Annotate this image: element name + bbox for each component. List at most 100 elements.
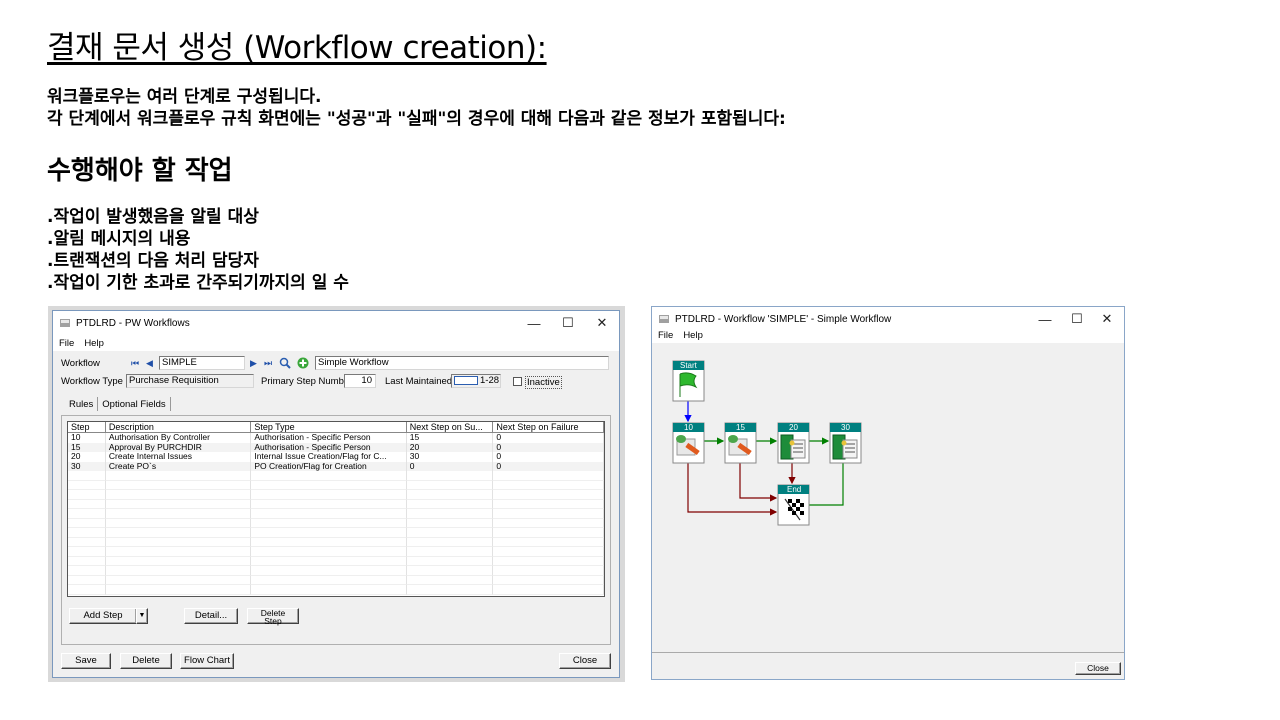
cell: Authorisation By Controller: [106, 433, 252, 443]
step-10-label: 10: [684, 423, 693, 432]
empty-cell: [493, 471, 604, 481]
cell: 15: [68, 442, 106, 452]
empty-cell: [68, 509, 106, 519]
detail-button[interactable]: Detail...: [184, 608, 238, 624]
bullet-item: .작업이 기한 초과로 간주되기까지의 일 수: [47, 273, 349, 293]
primary-step-input[interactable]: 10: [344, 374, 376, 388]
workflow-code-input[interactable]: SIMPLE: [159, 356, 245, 370]
empty-cell: [251, 566, 407, 576]
empty-row: [68, 547, 604, 557]
column-header-description[interactable]: Description: [106, 422, 252, 432]
workflow-type-field: Purchase Requisition: [126, 374, 254, 388]
close-button[interactable]: Close: [559, 653, 611, 669]
column-header-next-failure[interactable]: Next Step on Failure: [493, 422, 604, 432]
menu-file[interactable]: File: [59, 338, 74, 349]
empty-cell: [406, 509, 494, 519]
empty-cell: [105, 518, 252, 528]
empty-cell: [406, 585, 494, 595]
column-header-step[interactable]: Step: [68, 422, 106, 432]
empty-cell: [68, 471, 106, 481]
table-row[interactable]: 15 Approval By PURCHDIR Authorisation - …: [68, 442, 604, 452]
step-node-20[interactable]: 20: [777, 422, 810, 464]
empty-cell: [251, 537, 407, 547]
empty-cell: [105, 585, 252, 595]
cell: 0: [493, 442, 604, 452]
column-header-next-success[interactable]: Next Step on Su...: [407, 422, 494, 432]
table-row[interactable]: 10 Authorisation By Controller Authorisa…: [68, 433, 604, 443]
empty-cell: [251, 575, 407, 585]
empty-cell: [251, 585, 407, 595]
empty-cell: [105, 499, 252, 509]
last-record-icon[interactable]: ⏭: [264, 358, 272, 369]
menu-file[interactable]: File: [658, 330, 673, 341]
start-node-label: Start: [680, 361, 698, 370]
cell: Create PO`s: [106, 461, 252, 471]
empty-cell: [105, 547, 252, 557]
cell: Approval By PURCHDIR: [106, 442, 252, 452]
inactive-label: Inactive: [525, 376, 562, 389]
empty-cell: [68, 528, 106, 538]
menu-help[interactable]: Help: [683, 330, 703, 341]
empty-cell: [493, 537, 604, 547]
intro-line-2: 각 단계에서 워크플로우 규칙 화면에는 "성공"과 "실패"의 경우에 대해 …: [47, 109, 786, 129]
add-step-button[interactable]: Add Step: [69, 608, 137, 624]
pw-menubar: File Help: [53, 335, 619, 351]
primary-step-label: Primary Step Numbe: [261, 376, 350, 387]
first-record-icon[interactable]: ⏮: [131, 358, 139, 369]
delete-button[interactable]: Delete: [120, 653, 172, 669]
empty-row: [68, 471, 604, 481]
rules-grid[interactable]: Step Description Step Type Next Step on …: [67, 421, 605, 597]
empty-cell: [68, 490, 106, 500]
close-window-button[interactable]: ✕: [585, 311, 619, 335]
empty-cell: [406, 480, 494, 490]
empty-cell: [406, 575, 494, 585]
empty-cell: [493, 585, 604, 595]
flow-chart-button[interactable]: Flow Chart: [180, 653, 234, 669]
add-step-dropdown-button[interactable]: ▼: [136, 608, 148, 624]
empty-cell: [251, 490, 407, 500]
cell: 30: [68, 461, 106, 471]
flow-window-title: PTDLRD - Workflow 'SIMPLE' - Simple Work…: [675, 313, 892, 325]
next-record-icon[interactable]: ▶: [250, 358, 257, 369]
save-button[interactable]: Save: [61, 653, 111, 669]
table-row[interactable]: 30 Create PO`s PO Creation/Flag for Crea…: [68, 461, 604, 471]
cell: Authorisation - Specific Person: [251, 433, 407, 443]
app-icon: [60, 319, 70, 327]
intro-line-1: 워크플로우는 여러 단계로 구성됩니다.: [47, 87, 322, 107]
empty-cell: [493, 547, 604, 557]
tab-rules[interactable]: Rules: [65, 397, 99, 411]
empty-cell: [68, 566, 106, 576]
add-icon[interactable]: [297, 357, 309, 369]
workflow-flowchart-window: PTDLRD - Workflow 'SIMPLE' - Simple Work…: [651, 306, 1125, 680]
empty-cell: [105, 566, 252, 576]
empty-row: [68, 537, 604, 547]
empty-cell: [68, 575, 106, 585]
tab-optional-fields[interactable]: Optional Fields: [98, 397, 171, 411]
empty-cell: [105, 575, 252, 585]
empty-row: [68, 518, 604, 528]
step-node-30[interactable]: 30: [829, 422, 862, 464]
empty-cell: [251, 509, 407, 519]
minimize-button[interactable]: —: [517, 311, 551, 335]
empty-row: [68, 585, 604, 595]
start-node[interactable]: Start: [672, 360, 705, 402]
empty-cell: [406, 499, 494, 509]
grid-header: Step Description Step Type Next Step on …: [68, 422, 604, 433]
step-node-15[interactable]: 15: [724, 422, 757, 464]
maximize-button[interactable]: ☐: [551, 311, 585, 335]
workflow-name-input[interactable]: Simple Workflow: [315, 356, 609, 370]
column-header-step-type[interactable]: Step Type: [251, 422, 407, 432]
menu-help[interactable]: Help: [84, 338, 104, 349]
delete-step-button[interactable]: Delete Step: [247, 608, 299, 625]
empty-cell: [493, 499, 604, 509]
previous-record-icon[interactable]: ◀: [146, 358, 153, 369]
flow-close-button[interactable]: Close: [1075, 662, 1121, 675]
section-heading: 수행해야 할 작업: [47, 156, 233, 186]
search-icon[interactable]: [279, 357, 291, 369]
empty-cell: [251, 528, 407, 538]
flowchart-canvas: Start 10 15 20 30 End: [652, 343, 1124, 653]
inactive-checkbox[interactable]: [513, 377, 522, 386]
end-node[interactable]: End: [777, 484, 810, 526]
table-row[interactable]: 20 Create Internal Issues Internal Issue…: [68, 452, 604, 462]
step-node-10[interactable]: 10: [672, 422, 705, 464]
